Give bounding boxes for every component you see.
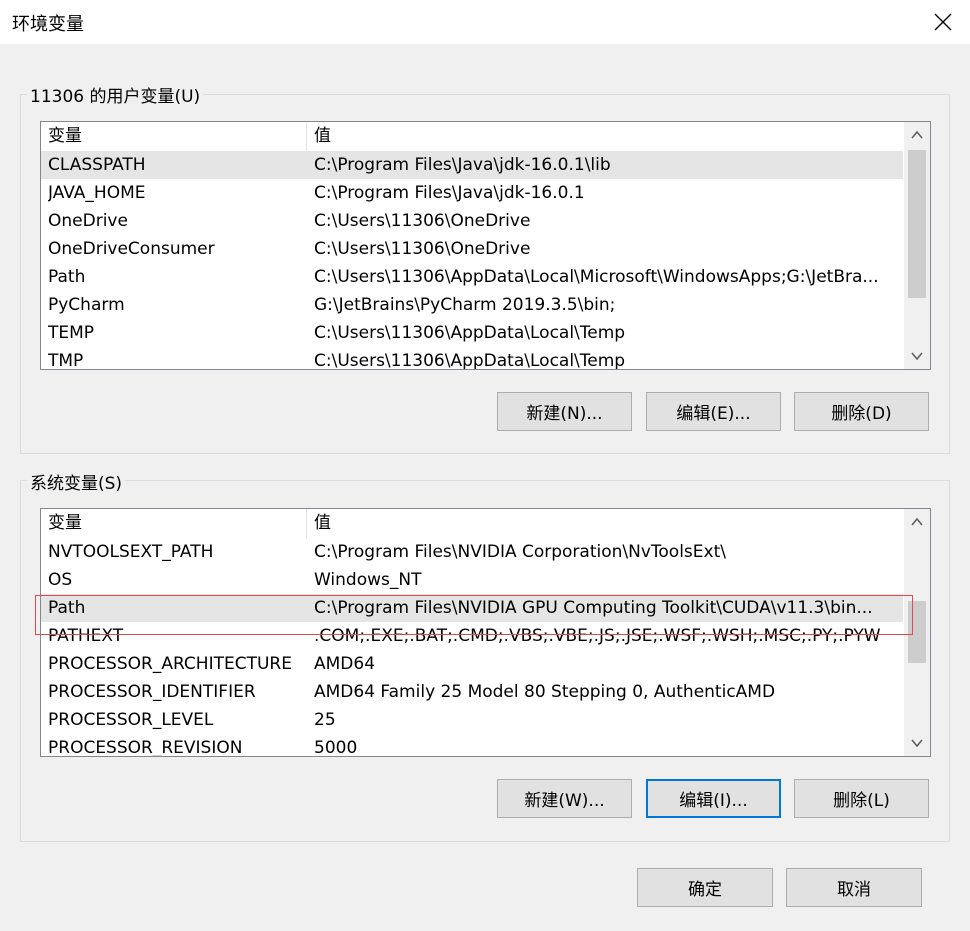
scroll-down-button[interactable]	[904, 343, 930, 369]
system-variables-list[interactable]: 变量 值 NVTOOLSEXT_PATH C:\Program Files\NVI…	[40, 508, 931, 757]
scroll-down-button[interactable]	[904, 730, 930, 756]
table-row[interactable]: TEMP C:\Users\11306\AppData\Local\Temp	[41, 319, 903, 347]
variable-name: TEMP	[48, 323, 95, 343]
chevron-down-icon	[911, 739, 923, 748]
vertical-scrollbar[interactable]	[904, 122, 930, 369]
variable-name: PROCESSOR_LEVEL	[48, 710, 214, 730]
scroll-up-button[interactable]	[904, 122, 930, 148]
table-row[interactable]: OneDrive C:\Users\11306\OneDrive	[41, 207, 903, 235]
user-variables-list[interactable]: 变量 值 CLASSPATH C:\Program Files\Java\jdk-…	[40, 121, 931, 370]
table-row[interactable]: Path C:\Users\11306\AppData\Local\Microso…	[41, 263, 903, 291]
table-row[interactable]: CLASSPATH C:\Program Files\Java\jdk-16.0.…	[41, 151, 903, 179]
column-header-value[interactable]: 值	[307, 122, 903, 151]
variable-name: OneDriveConsumer	[48, 239, 215, 259]
user-new-button[interactable]: 新建(N)...	[497, 392, 632, 431]
variable-value: AMD64	[314, 654, 376, 674]
variable-value: Windows_NT	[314, 570, 422, 590]
variable-name: NVTOOLSEXT_PATH	[48, 542, 214, 562]
variable-name: Path	[48, 598, 86, 618]
table-row[interactable]: OS Windows_NT	[41, 566, 903, 594]
user-variables-rows: CLASSPATH C:\Program Files\Java\jdk-16.0.…	[41, 151, 903, 370]
column-header-value[interactable]: 值	[307, 509, 903, 538]
variable-value: C:\Users\11306\AppData\Local\Temp	[314, 323, 626, 343]
variable-name: JAVA_HOME	[48, 183, 146, 203]
window-title: 环境变量	[12, 14, 84, 35]
close-button[interactable]	[916, 0, 970, 44]
variable-name: OS	[48, 570, 73, 590]
system-delete-button[interactable]: 删除(L)	[794, 779, 929, 818]
table-row[interactable]: PROCESSOR_ARCHITECTURE AMD64	[41, 650, 903, 678]
ok-button[interactable]: 确定	[637, 868, 773, 907]
vertical-scrollbar[interactable]	[904, 509, 930, 756]
variable-name: PROCESSOR_ARCHITECTURE	[48, 654, 292, 674]
variable-value: .COM;.EXE;.BAT;.CMD;.VBS;.VBE;.JS;.JSE;.…	[314, 626, 881, 646]
table-row[interactable]: PATHEXT .COM;.EXE;.BAT;.CMD;.VBS;.VBE;.JS…	[41, 622, 903, 650]
title-bar: 环境变量	[0, 0, 970, 44]
variable-value: 5000	[314, 738, 358, 757]
table-row[interactable]: OneDriveConsumer C:\Users\11306\OneDrive	[41, 235, 903, 263]
chevron-up-icon	[911, 517, 923, 526]
chevron-down-icon	[911, 352, 923, 361]
variable-value: C:\Users\11306\AppData\Local\Microsoft\W…	[314, 267, 879, 287]
variable-name: PROCESSOR_REVISION	[48, 738, 243, 757]
table-row[interactable]: TMP C:\Users\11306\AppData\Local\Temp	[41, 347, 903, 370]
system-variables-rows: NVTOOLSEXT_PATH C:\Program Files\NVIDIA C…	[41, 538, 903, 757]
chevron-up-icon	[911, 130, 923, 139]
system-variables-legend: 系统变量(S)	[27, 469, 126, 494]
table-row[interactable]: PROCESSOR_IDENTIFIER AMD64 Family 25 Mode…	[41, 678, 903, 706]
table-row[interactable]: PROCESSOR_LEVEL 25	[41, 706, 903, 734]
scroll-up-button[interactable]	[904, 509, 930, 535]
user-edit-button[interactable]: 编辑(E)...	[646, 392, 781, 431]
cancel-button[interactable]: 取消	[786, 868, 922, 907]
variable-name: OneDrive	[48, 211, 128, 231]
variable-value: 25	[314, 710, 336, 730]
variable-value: G:\JetBrains\PyCharm 2019.3.5\bin;	[314, 295, 616, 315]
column-header-variable[interactable]: 变量	[41, 509, 306, 538]
variable-name: PROCESSOR_IDENTIFIER	[48, 682, 256, 702]
variable-name: CLASSPATH	[48, 155, 146, 175]
close-icon	[934, 13, 952, 31]
variable-name: PyCharm	[48, 295, 125, 315]
table-row[interactable]: NVTOOLSEXT_PATH C:\Program Files\NVIDIA C…	[41, 538, 903, 566]
variable-value: C:\Program Files\Java\jdk-16.0.1	[314, 183, 585, 203]
table-row[interactable]: PyCharm G:\JetBrains\PyCharm 2019.3.5\bin…	[41, 291, 903, 319]
scrollbar-thumb[interactable]	[908, 601, 926, 663]
column-header-variable[interactable]: 变量	[41, 122, 306, 151]
variable-name: PATHEXT	[48, 626, 124, 646]
list-header: 变量 值	[41, 122, 903, 151]
user-variables-legend: 11306 的用户变量(U)	[27, 82, 204, 107]
variable-value: C:\Program Files\Java\jdk-16.0.1\lib	[314, 155, 611, 175]
table-row[interactable]: JAVA_HOME C:\Program Files\Java\jdk-16.0.…	[41, 179, 903, 207]
variable-value: AMD64 Family 25 Model 80 Stepping 0, Aut…	[314, 682, 776, 702]
table-row[interactable]: Path C:\Program Files\NVIDIA GPU Computin…	[41, 594, 903, 622]
variable-value: C:\Program Files\NVIDIA GPU Computing To…	[314, 598, 873, 618]
scrollbar-thumb[interactable]	[908, 150, 926, 298]
system-new-button[interactable]: 新建(W)...	[497, 779, 632, 818]
system-edit-button[interactable]: 编辑(I)...	[646, 779, 781, 818]
table-row[interactable]: PROCESSOR_REVISION 5000	[41, 734, 903, 757]
variable-value: C:\Users\11306\OneDrive	[314, 239, 531, 259]
variable-value: C:\Users\11306\AppData\Local\Temp	[314, 351, 626, 370]
variable-value: C:\Users\11306\OneDrive	[314, 211, 531, 231]
variable-value: C:\Program Files\NVIDIA Corporation\NvTo…	[314, 542, 726, 562]
variable-name: Path	[48, 267, 86, 287]
user-delete-button[interactable]: 删除(D)	[794, 392, 929, 431]
list-header: 变量 值	[41, 509, 903, 538]
variable-name: TMP	[48, 351, 84, 370]
